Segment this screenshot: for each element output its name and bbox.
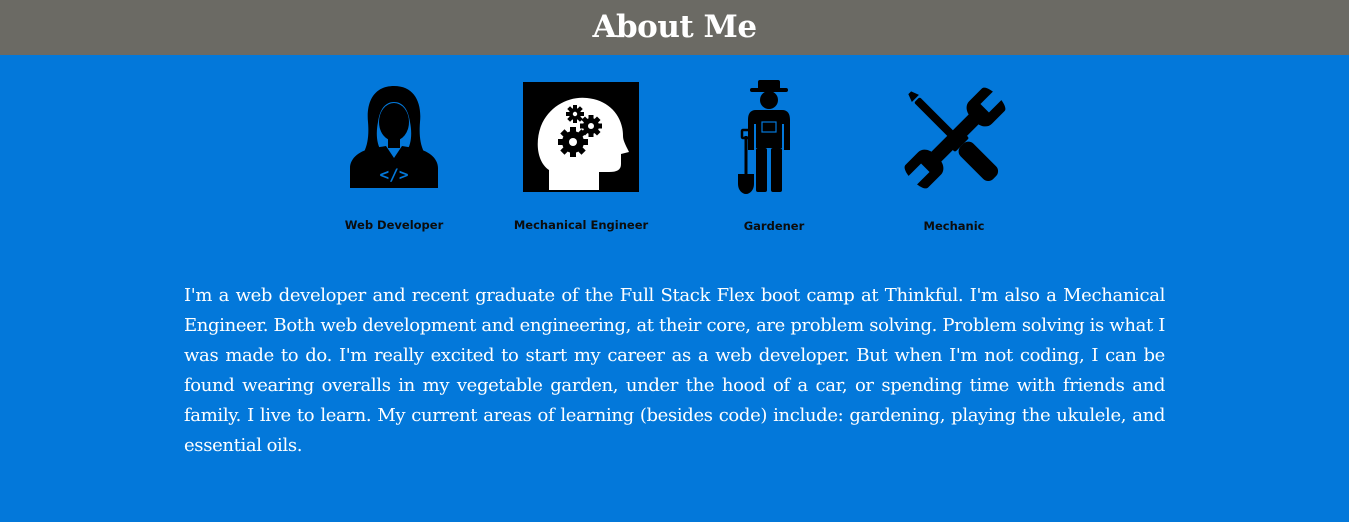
role-label-mechanic: Mechanic [923, 219, 985, 233]
gardener-icon [738, 80, 790, 194]
mechanic-icon [904, 87, 1006, 189]
bio-paragraph: I'm a web developer and recent graduate … [184, 285, 1165, 456]
page-title: About Me [592, 9, 757, 45]
page-header: About Me [0, 0, 1349, 55]
role-label-web-developer: Web Developer [344, 218, 444, 232]
mechanical-engineer-icon [523, 82, 639, 192]
role-label-gardener: Gardener [743, 219, 805, 233]
svg-text:</>: </> [380, 165, 409, 184]
web-developer-icon: </> [350, 86, 438, 188]
role-label-mechanical-engineer: Mechanical Engineer [513, 218, 649, 232]
